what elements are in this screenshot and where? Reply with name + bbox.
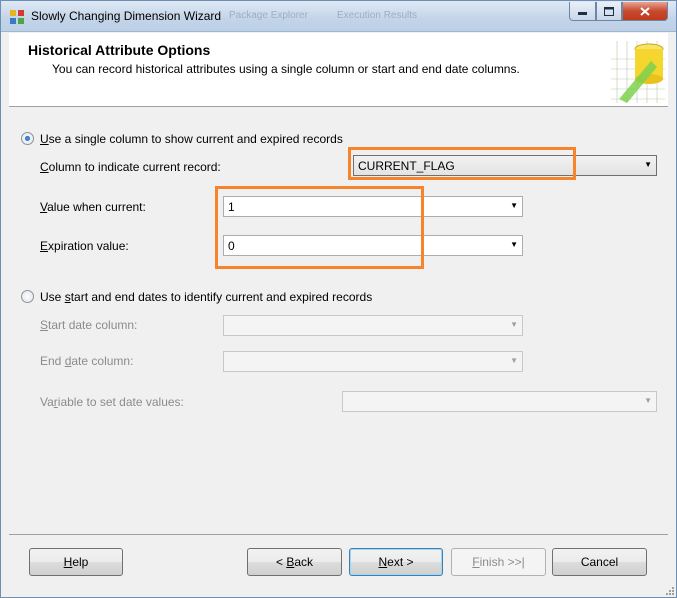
ghost-tab-execution-results: Execution Results: [337, 10, 418, 21]
variable-date-values-label: Variable to set date values:: [40, 395, 184, 409]
annotation-highlight-column: [348, 147, 576, 180]
chevron-down-icon: ▼: [510, 320, 518, 329]
end-date-column-dropdown[interactable]: ▼: [223, 351, 523, 372]
back-button[interactable]: < Back: [247, 548, 342, 576]
minimize-button[interactable]: [569, 2, 596, 21]
button-accesskey: H: [63, 555, 73, 569]
label-part: Use: [40, 290, 65, 304]
label-accesskey: U: [40, 132, 49, 146]
label-part: xpiration value:: [48, 239, 129, 253]
label-part: tart and end dates to identify current a…: [70, 290, 373, 304]
button-label: <: [275, 555, 287, 569]
date-range-radio-label[interactable]: Use start and end dates to identify curr…: [40, 290, 372, 304]
label-part: alue when current:: [47, 200, 146, 214]
button-label: elp: [72, 555, 89, 569]
start-date-column-dropdown[interactable]: ▼: [223, 315, 523, 336]
button-label: ext >: [387, 555, 414, 569]
label-part: iable to set date values:: [57, 395, 184, 409]
label-part: tart date column:: [48, 318, 138, 332]
chevron-down-icon: ▼: [644, 160, 652, 169]
single-column-radio-label[interactable]: Use a single column to show current and …: [40, 132, 343, 146]
button-accesskey: F: [472, 555, 480, 569]
chevron-down-icon: ▼: [510, 201, 518, 210]
radio-selected-dot: [25, 136, 30, 141]
footer-divider: [9, 534, 668, 535]
label-accesskey: S: [40, 318, 49, 332]
current-record-column-label: Column to indicate current record:: [40, 160, 221, 174]
value-when-current-label: Value when current:: [40, 200, 146, 214]
label-part: ate column:: [71, 354, 134, 368]
page-subtitle: You can record historical attributes usi…: [52, 62, 520, 76]
label-part: End: [40, 354, 65, 368]
chevron-down-icon: ▼: [510, 240, 518, 249]
maximize-button[interactable]: [596, 2, 622, 21]
chevron-down-icon: ▼: [510, 356, 518, 365]
page-title: Historical Attribute Options: [28, 42, 211, 58]
minimize-icon: [578, 12, 587, 15]
close-button[interactable]: [622, 2, 668, 21]
wizard-window: Slowly Changing Dimension Wizard Package…: [0, 0, 677, 598]
window-title: Slowly Changing Dimension Wizard: [31, 9, 222, 23]
chevron-down-icon: ▼: [644, 396, 652, 405]
next-button[interactable]: Next >: [349, 548, 443, 576]
button-label: inish >>|: [479, 555, 525, 569]
ghost-tab-package-explorer: Package Explorer: [229, 10, 308, 21]
title-bar[interactable]: Slowly Changing Dimension Wizard Package…: [1, 1, 676, 32]
label-part: olumn to indicate current record:: [48, 160, 221, 174]
button-accesskey: N: [378, 555, 388, 569]
finish-button[interactable]: Finish >>|: [451, 548, 546, 576]
app-icon: [10, 10, 24, 24]
date-range-radio[interactable]: [21, 290, 34, 303]
label-part: se a single column to show current and e…: [48, 132, 343, 146]
expiration-value-label: Expiration value:: [40, 239, 129, 253]
variable-date-values-dropdown[interactable]: ▼: [342, 391, 657, 412]
label-part: Va: [40, 395, 54, 409]
close-icon: [640, 6, 650, 16]
label-accesskey: E: [40, 239, 49, 253]
annotation-highlight-values: [215, 186, 424, 269]
button-accesskey: B: [286, 555, 295, 569]
resize-grip-icon[interactable]: [664, 585, 674, 595]
header-panel: Historical Attribute Options You can rec…: [9, 33, 668, 107]
database-graphic-icon: [611, 41, 665, 103]
help-button[interactable]: Help: [29, 548, 123, 576]
single-column-radio[interactable]: [21, 132, 34, 145]
start-date-column-label: Start date column:: [40, 318, 137, 332]
cancel-button[interactable]: Cancel: [552, 548, 647, 576]
maximize-icon: [604, 6, 614, 16]
button-label: ack: [294, 555, 314, 569]
end-date-column-label: End date column:: [40, 354, 133, 368]
label-accesskey: C: [40, 160, 49, 174]
